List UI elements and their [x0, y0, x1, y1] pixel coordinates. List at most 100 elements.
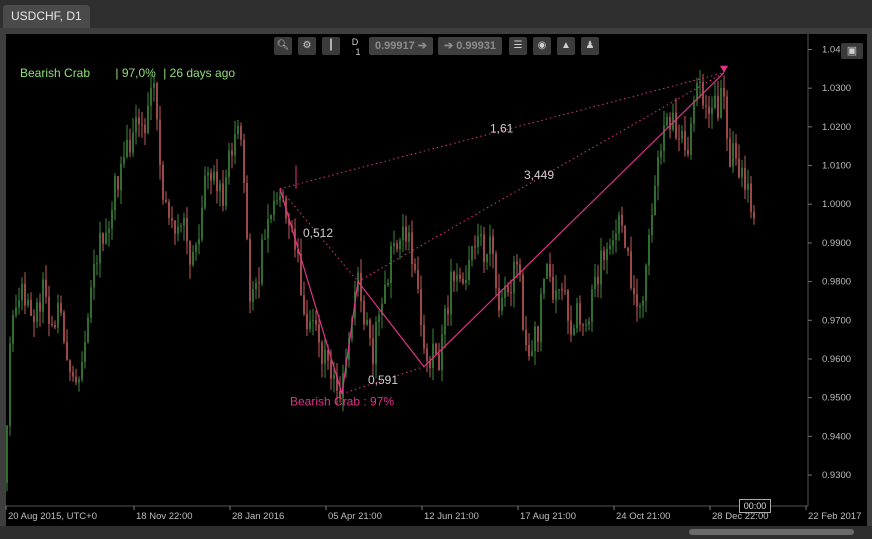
- candle-body: [24, 283, 26, 306]
- candle-body: [414, 263, 416, 271]
- candle-body: [120, 163, 122, 190]
- candle-body: [387, 283, 389, 286]
- candle-body: [528, 344, 530, 357]
- candle-body: [588, 321, 590, 325]
- x-tick-label: 17 Aug 21:00: [520, 511, 576, 522]
- candle-body: [375, 322, 377, 365]
- candle-body: [723, 87, 725, 97]
- y-tick-label: 0.9800: [822, 277, 851, 288]
- candle-body: [471, 246, 473, 261]
- candle-body: [615, 233, 617, 241]
- candle-body: [729, 138, 731, 167]
- candle-body: [93, 263, 95, 288]
- candle-body: [33, 315, 35, 322]
- candle-body: [96, 263, 98, 265]
- candle-body: [384, 285, 386, 304]
- settings-icon[interactable]: ⚙: [298, 37, 316, 55]
- candle-body: [399, 240, 401, 250]
- candle-body: [612, 240, 614, 246]
- camera-icon[interactable]: ▣: [841, 43, 863, 59]
- sell-arrow-icon: ➔: [417, 40, 428, 52]
- candle-body: [552, 276, 554, 300]
- candle-body: [393, 243, 395, 247]
- candle-body: [705, 105, 707, 107]
- sell-price-button[interactable]: 0.99917 ➔: [369, 37, 433, 55]
- candle-body: [63, 312, 65, 342]
- pattern-ratio-label: 0,512: [303, 226, 333, 240]
- candle-body: [249, 238, 251, 302]
- candle-body: [453, 271, 455, 282]
- candle-body: [732, 142, 734, 167]
- pattern-label: Bearish Crab : 97%: [290, 394, 394, 408]
- candle-body: [306, 313, 308, 330]
- candle-body: [15, 307, 17, 316]
- candle-body: [492, 236, 494, 254]
- person-icon[interactable]: ♟: [581, 37, 599, 55]
- sell-price: 0.99917: [374, 40, 415, 52]
- candle-body: [657, 157, 659, 186]
- candle-body: [231, 150, 233, 156]
- candle-body: [582, 324, 584, 326]
- candle-body: [165, 199, 167, 202]
- pattern-icon[interactable]: ▲: [557, 37, 575, 55]
- candle-body: [456, 274, 458, 282]
- y-tick-label: 0.9700: [822, 315, 851, 326]
- candle-body: [57, 302, 59, 328]
- candle-body: [318, 324, 320, 343]
- timeframe-icon[interactable]: D 1: [346, 37, 364, 57]
- candle-body: [123, 156, 125, 164]
- candle-body: [363, 300, 365, 325]
- candle-body: [312, 320, 314, 322]
- candle-body: [327, 349, 329, 361]
- y-tick-label: 1.0200: [822, 122, 851, 133]
- pattern-name: Bearish Crab: [20, 66, 91, 80]
- candle-body: [459, 274, 461, 279]
- candle-body: [264, 238, 266, 240]
- candle-body: [21, 283, 23, 301]
- scrollbar-thumb[interactable]: [689, 529, 854, 535]
- candle-body: [117, 176, 119, 190]
- candle-body: [369, 319, 371, 339]
- candle-body: [687, 150, 689, 155]
- candle-body: [273, 200, 275, 215]
- candle-body: [531, 351, 533, 357]
- object-icon[interactable]: ◉: [533, 37, 551, 55]
- y-tick-label: 1.0100: [822, 161, 851, 172]
- candle-body: [177, 226, 179, 234]
- buy-price-button[interactable]: ➔ 0.99931: [438, 37, 502, 55]
- candle-body: [303, 295, 305, 314]
- candle-body: [147, 105, 149, 134]
- candle-body: [42, 279, 44, 312]
- candle-body: [51, 323, 53, 326]
- y-tick-label: 1.04: [822, 44, 841, 55]
- candle-body: [495, 253, 497, 289]
- candle-body: [558, 289, 560, 291]
- candle-body: [744, 167, 746, 190]
- candle-body: [192, 252, 194, 265]
- candle-body: [603, 250, 605, 260]
- candle-body: [141, 124, 143, 126]
- candle-body: [378, 314, 380, 323]
- candle-body: [240, 126, 242, 140]
- candle-body: [699, 82, 701, 84]
- pattern-header: Bearish Crab | 97,0% | 26 days ago: [20, 66, 239, 80]
- candle-body: [90, 287, 92, 318]
- candle-body: [423, 324, 425, 349]
- x-tick-label: 20 Aug 2015, UTC+0: [8, 511, 97, 522]
- list-icon[interactable]: ☰: [509, 37, 527, 55]
- candle-body: [546, 263, 548, 279]
- candle-body: [591, 289, 593, 322]
- candle-body: [81, 361, 83, 380]
- candle-body: [693, 100, 695, 124]
- zoom-icon[interactable]: 🔍︎: [274, 37, 292, 55]
- candles-icon[interactable]: ┃: [322, 37, 340, 55]
- candle-body: [309, 320, 311, 330]
- price-chart[interactable]: 1.04 1.0300 1.0200 1.0100 1.0000 0.9900 0.9800…: [0, 0, 872, 539]
- candle-body: [561, 289, 563, 291]
- candle-body: [201, 207, 203, 240]
- candle-body: [411, 232, 413, 264]
- candle-body: [474, 246, 476, 248]
- candle-body: [267, 219, 269, 239]
- x-tick-label: 12 Jun 21:00: [424, 511, 479, 522]
- candle-body: [444, 308, 446, 335]
